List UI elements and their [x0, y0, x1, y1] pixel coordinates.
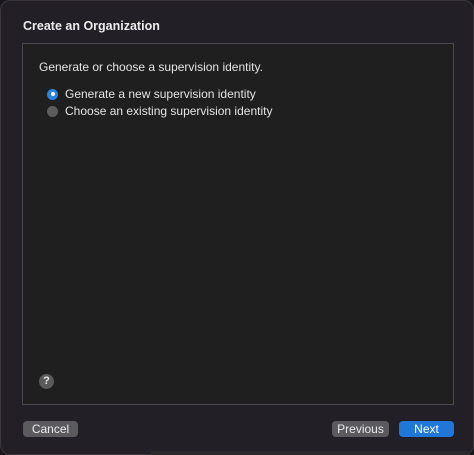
radio-button-generate[interactable] [47, 88, 58, 100]
next-button[interactable]: Next [399, 421, 454, 437]
dialog-window: Create an Organization Generate or choos… [0, 0, 474, 455]
radio-button-choose-existing[interactable] [47, 105, 58, 117]
content-panel: Generate or choose a supervision identit… [22, 43, 454, 405]
background-window-edge [150, 451, 470, 455]
dialog-title: Create an Organization [23, 19, 160, 33]
radio-label-generate: Generate a new supervision identity [65, 87, 256, 101]
radio-label-choose-existing: Choose an existing supervision identity [65, 104, 273, 118]
radio-option-choose-existing[interactable]: Choose an existing supervision identity [47, 103, 272, 119]
previous-button[interactable]: Previous [332, 421, 389, 437]
prompt-text: Generate or choose a supervision identit… [39, 60, 263, 74]
help-icon[interactable]: ? [39, 374, 54, 389]
radio-option-generate[interactable]: Generate a new supervision identity [47, 86, 256, 102]
cancel-button[interactable]: Cancel [23, 421, 78, 437]
